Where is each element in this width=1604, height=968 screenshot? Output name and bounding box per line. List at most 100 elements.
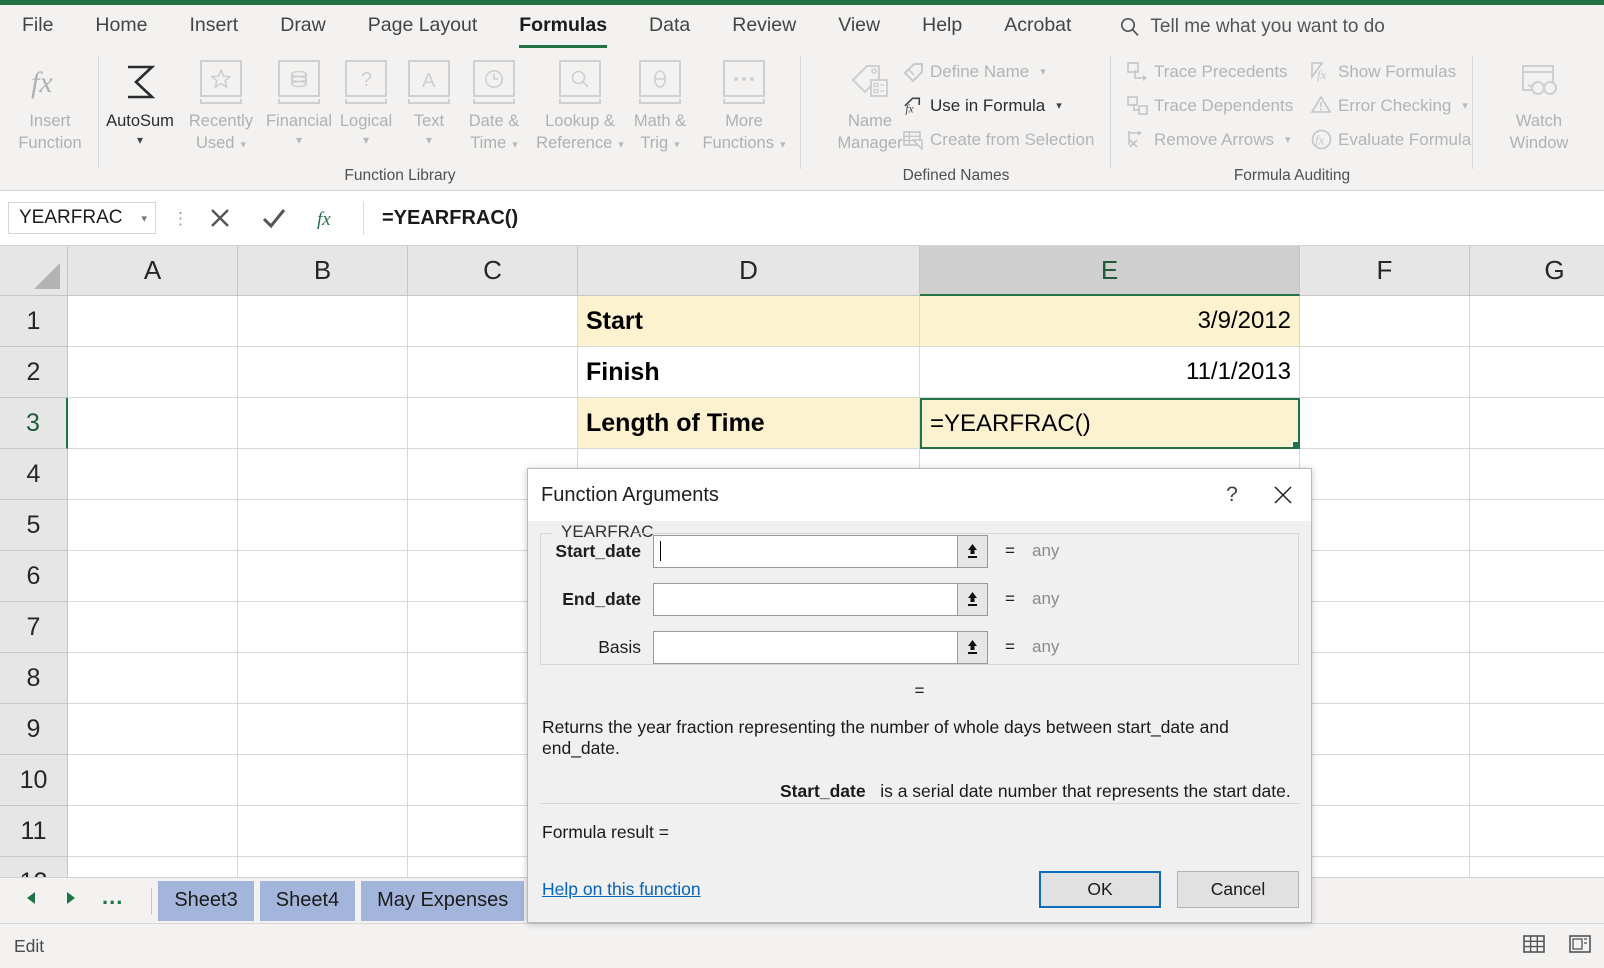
previous-sheet-icon[interactable] [24,890,40,911]
row-header-5[interactable]: 5 [0,500,68,551]
cell-g2[interactable] [1470,347,1604,398]
define-name-caret[interactable]: ▾ [1040,65,1046,78]
cell-a1[interactable] [68,296,238,347]
cell-a4[interactable] [68,449,238,500]
cell-f9[interactable] [1300,704,1470,755]
cell-g10[interactable] [1470,755,1604,806]
math-trig-caret[interactable]: ▾ [674,139,680,151]
row-header-1[interactable]: 1 [0,296,68,347]
cell-g6[interactable] [1470,551,1604,602]
select-all-corner[interactable] [0,246,68,296]
cell-d2[interactable]: Finish [578,347,920,398]
row-header-11[interactable]: 11 [0,806,68,857]
cell-b2[interactable] [238,347,408,398]
cell-b1[interactable] [238,296,408,347]
ribbon-tab-page-layout[interactable]: Page Layout [368,5,478,48]
lookup-reference-caret[interactable]: ▾ [618,139,624,151]
column-header-c[interactable]: C [408,246,578,296]
cell-b12[interactable] [238,857,408,877]
recently-used-caret[interactable]: ▾ [240,139,246,151]
cell-g4[interactable] [1470,449,1604,500]
column-header-b[interactable]: B [238,246,408,296]
end-date-collapse-button[interactable] [958,582,988,616]
autosum-button[interactable]: AutoSum ▾ [100,54,180,146]
column-header-g[interactable]: G [1470,246,1604,296]
cell-f6[interactable] [1300,551,1470,602]
row-header-12[interactable]: 12 [0,857,68,877]
error-checking-button[interactable]: Error Checking ▾ [1310,94,1468,117]
cell-e2[interactable]: 11/1/2013 [920,347,1300,398]
ok-button[interactable]: OK [1039,871,1161,908]
ribbon-tab-home[interactable]: Home [95,5,147,48]
ribbon-tab-formulas[interactable]: Formulas [519,5,607,48]
show-formulas-button[interactable]: fx Show Formulas [1310,60,1456,83]
formula-bar-handle[interactable]: ⋮ [172,210,189,227]
column-header-f[interactable]: F [1300,246,1470,296]
sheet-overflow-ellipsis[interactable]: ... [100,884,131,918]
cell-d1[interactable]: Start [578,296,920,347]
ribbon-tab-file[interactable]: File [22,5,53,48]
cell-b5[interactable] [238,500,408,551]
financial-caret[interactable]: ▾ [296,134,302,146]
cell-c2[interactable] [408,347,578,398]
cell-b10[interactable] [238,755,408,806]
ribbon-tab-help[interactable]: Help [922,5,962,48]
ribbon-tab-view[interactable]: View [838,5,880,48]
enter-formula-button[interactable] [261,205,287,231]
date-time-button[interactable]: Date & Time ▾ [456,54,532,155]
cancel-button[interactable]: Cancel [1177,871,1299,908]
cell-b3[interactable] [238,398,408,449]
column-header-a[interactable]: A [68,246,238,296]
cell-g7[interactable] [1470,602,1604,653]
page-layout-view-icon[interactable] [1568,932,1592,961]
basis-collapse-button[interactable] [958,630,988,664]
row-header-9[interactable]: 9 [0,704,68,755]
cell-a5[interactable] [68,500,238,551]
sheet-tab-may-expenses[interactable]: May Expenses [361,880,525,921]
cell-f5[interactable] [1300,500,1470,551]
sheet-tab-sheet4[interactable]: Sheet4 [259,880,356,921]
cell-a2[interactable] [68,347,238,398]
column-header-d[interactable]: D [578,246,920,296]
cell-a7[interactable] [68,602,238,653]
help-icon[interactable]: ? [1209,472,1255,518]
help-on-this-function-link[interactable]: Help on this function [540,879,701,900]
cell-g5[interactable] [1470,500,1604,551]
trace-dependents-button[interactable]: Trace Dependents [1126,94,1293,117]
cell-a11[interactable] [68,806,238,857]
cell-b8[interactable] [238,653,408,704]
insert-function-button[interactable]: fx Insert Function [4,54,96,155]
cell-g12[interactable] [1470,857,1604,877]
tell-me-search[interactable]: Tell me what you want to do [1119,16,1385,38]
cell-f11[interactable] [1300,806,1470,857]
cell-c3[interactable] [408,398,578,449]
formula-input[interactable]: =YEARFRAC() [364,201,1604,235]
autosum-dropdown-caret[interactable]: ▾ [137,134,143,146]
cell-f4[interactable] [1300,449,1470,500]
cell-g9[interactable] [1470,704,1604,755]
trace-precedents-button[interactable]: Trace Precedents [1126,60,1288,83]
insert-function-icon-button[interactable]: fx [315,205,341,231]
end-date-input[interactable] [653,582,958,616]
error-checking-caret[interactable]: ▾ [1462,99,1468,112]
create-from-selection-button[interactable]: Create from Selection [902,128,1094,151]
text-button[interactable]: A Text ▾ [396,54,462,146]
use-in-formula-caret[interactable]: ▾ [1056,99,1062,112]
watch-window-button[interactable]: Watch Window [1488,54,1590,155]
row-header-3[interactable]: 3 [0,398,68,449]
row-header-4[interactable]: 4 [0,449,68,500]
date-time-caret[interactable]: ▾ [512,139,518,151]
column-header-e[interactable]: E [920,246,1300,296]
start-date-input[interactable] [653,534,958,568]
cell-f8[interactable] [1300,653,1470,704]
cell-a6[interactable] [68,551,238,602]
ribbon-tab-data[interactable]: Data [649,5,690,48]
evaluate-formula-button[interactable]: fx Evaluate Formula [1310,128,1471,151]
remove-arrows-button[interactable]: Remove Arrows ▾ [1126,128,1291,151]
more-functions-caret[interactable]: ▾ [780,139,786,151]
cell-g8[interactable] [1470,653,1604,704]
cell-e3[interactable]: =YEARFRAC() [920,398,1300,449]
lookup-reference-button[interactable]: Lookup & Reference ▾ [528,54,632,155]
cell-g1[interactable] [1470,296,1604,347]
cell-a8[interactable] [68,653,238,704]
